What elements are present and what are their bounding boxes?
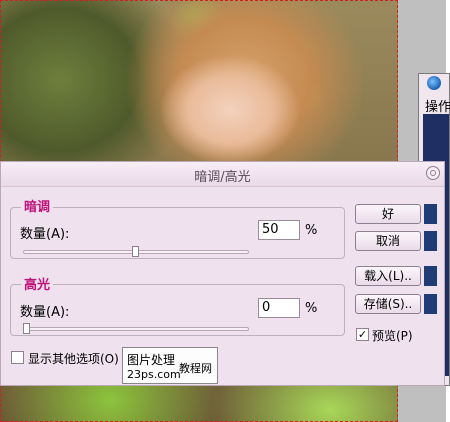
highlights-amount-input[interactable]: 0	[258, 298, 300, 318]
watermark: 图片处理 教程网 23ps.com	[122, 347, 218, 384]
highlights-slider-track[interactable]	[23, 327, 249, 331]
watermark-url: 23ps.com	[127, 368, 181, 381]
watermark-subtitle: 教程网	[179, 362, 212, 375]
ok-button[interactable]: 好	[355, 204, 421, 224]
preview-label[interactable]: 预览(P)	[372, 327, 413, 344]
cancel-button[interactable]: 取消	[355, 231, 421, 251]
tab-actions[interactable]: 操作	[425, 96, 450, 115]
shadow-highlight-dialog: 暗调/高光 暗调 数量(A): 50 % 高光 数量(A): 0 % 显示其他选…	[0, 161, 445, 386]
cancel-button-accent	[424, 231, 437, 251]
ok-button-accent	[424, 204, 437, 224]
close-icon[interactable]	[426, 166, 440, 180]
globe-icon[interactable]	[427, 76, 441, 90]
load-button-accent	[424, 266, 437, 286]
highlights-percent-unit: %	[305, 301, 318, 316]
more-options-label[interactable]: 显示其他选项(O)	[28, 350, 119, 367]
shadows-group-label: 暗调	[21, 196, 54, 215]
shadows-amount-input[interactable]: 50	[258, 220, 300, 240]
highlights-amount-label: 数量(A):	[20, 305, 70, 320]
shadows-percent-unit: %	[305, 223, 318, 238]
highlights-group-label: 高光	[21, 274, 54, 293]
preview-checkbox[interactable]: ✓	[356, 328, 369, 341]
highlights-slider-thumb[interactable]	[23, 323, 30, 334]
more-options-checkbox[interactable]	[11, 351, 24, 364]
save-button[interactable]: 存储(S)..	[355, 294, 421, 314]
watermark-title: 图片处理	[127, 353, 176, 367]
dialog-titlebar[interactable]: 暗调/高光	[1, 162, 444, 187]
shadows-amount-label: 数量(A):	[20, 227, 70, 242]
dialog-title: 暗调/高光	[194, 170, 251, 185]
shadows-slider-thumb[interactable]	[132, 246, 139, 257]
save-button-accent	[424, 294, 437, 314]
load-button[interactable]: 载入(L)..	[355, 266, 421, 286]
